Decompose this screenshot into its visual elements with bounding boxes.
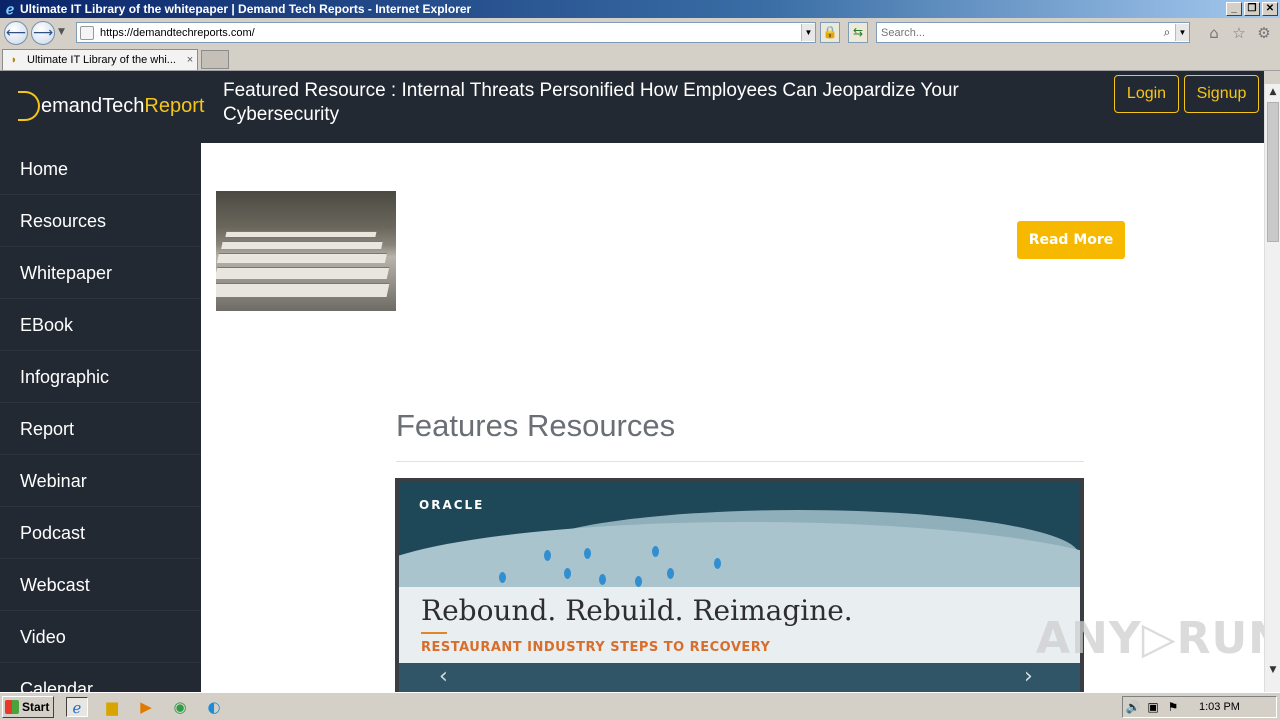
page-icon — [80, 25, 94, 40]
sidebar-nav: Home Resources Whitepaper EBook Infograp… — [0, 143, 201, 692]
carousel-brand: ORACLE — [419, 498, 485, 512]
scroll-thumb[interactable] — [1267, 102, 1279, 242]
sidebar-item-infographic[interactable]: Infographic — [0, 351, 201, 403]
close-window-button[interactable]: ✕ — [1262, 2, 1278, 16]
tab-active[interactable]: ◗ Ultimate IT Library of the whi... × — [2, 49, 198, 70]
main-content: Read More Features Resources ORACLE Rebo… — [201, 143, 1264, 692]
sidebar-item-webcast[interactable]: Webcast — [0, 559, 201, 611]
address-dropdown-icon[interactable]: ▼ — [801, 24, 815, 41]
media-player-icon[interactable]: ▶ — [135, 697, 157, 717]
volume-icon[interactable]: 🔊 — [1123, 700, 1143, 714]
taskbar: Start ℯ ▆ ▶ ◉ ◐ 🔊 ▣ ⚑ 1:03 PM — [0, 692, 1280, 720]
folder-icon[interactable]: ▆ — [101, 697, 123, 717]
gear-icon[interactable]: ⚙ — [1255, 24, 1273, 42]
page-viewport: emandTech Report Featured Resource : Inte… — [0, 71, 1264, 692]
featured-resource-link[interactable]: Featured Resource : Internal Threats Per… — [223, 79, 1013, 127]
internet-explorer-icon: ℯ — [5, 1, 15, 17]
search-input[interactable] — [877, 26, 1159, 39]
window-title-bar: ℯ Ultimate IT Library of the whitepaper … — [0, 0, 1280, 18]
sidebar-item-whitepaper[interactable]: Whitepaper — [0, 247, 201, 299]
start-label: Start — [22, 700, 50, 714]
home-icon[interactable]: ⌂ — [1205, 24, 1223, 42]
search-icon[interactable]: ⌕ — [1159, 25, 1175, 40]
site-header: emandTech Report Featured Resource : Inte… — [0, 71, 1264, 143]
tab-label[interactable]: Ultimate IT Library of the whi... — [27, 54, 183, 66]
search-box[interactable]: ⌕ ▼ — [876, 22, 1190, 43]
anyrun-watermark: ANY▷RUN — [1036, 613, 1264, 664]
edge-icon[interactable]: ◐ — [203, 697, 225, 717]
back-arrow-icon[interactable]: ⟵ — [4, 21, 28, 45]
signup-button[interactable]: Signup — [1184, 75, 1259, 113]
sidebar-item-webinar[interactable]: Webinar — [0, 455, 201, 507]
carousel-headline: Rebound. Rebuild. Reimagine. — [421, 594, 853, 627]
history-dropdown-icon[interactable]: ▼ — [58, 27, 65, 37]
restore-button[interactable]: ❐ — [1244, 2, 1260, 16]
sidebar-item-ebook[interactable]: EBook — [0, 299, 201, 351]
featured-carousel[interactable]: ORACLE Rebound. Rebuild. Reimagine. REST… — [395, 478, 1084, 692]
logo-text: emandTech — [41, 94, 145, 117]
address-bar[interactable]: https://demandtechreports.com/ ▼ — [76, 22, 816, 43]
forward-arrow-icon[interactable]: ⟶ — [31, 21, 55, 45]
chrome-icon[interactable]: ◉ — [169, 697, 191, 717]
read-more-button[interactable]: Read More — [1017, 221, 1125, 259]
minimize-button[interactable]: _ — [1226, 2, 1242, 16]
newspapers-thumbnail-image[interactable] — [216, 191, 396, 311]
flag-icon[interactable]: ⚑ — [1163, 700, 1183, 714]
scroll-down-icon[interactable]: ▼ — [1265, 662, 1280, 678]
login-button[interactable]: Login — [1114, 75, 1179, 113]
address-text[interactable]: https://demandtechreports.com/ — [100, 27, 801, 39]
section-title: Features Resources — [396, 408, 676, 443]
browser-nav-bar: ⟵ ⟶ ▼ https://demandtechreports.com/ ▼ 🔒… — [0, 18, 1280, 48]
sidebar-item-resources[interactable]: Resources — [0, 195, 201, 247]
windows-logo-icon — [5, 700, 19, 714]
tab-strip: ◗ Ultimate IT Library of the whi... × — [0, 48, 1280, 71]
refresh-icon[interactable]: ⇆ — [848, 22, 868, 43]
carousel-next-icon[interactable]: › — [1024, 664, 1033, 689]
site-logo[interactable]: emandTech Report — [18, 91, 204, 121]
new-tab-button[interactable] — [201, 50, 229, 69]
sidebar-item-report[interactable]: Report — [0, 403, 201, 455]
logo-report-text: Report — [144, 94, 205, 117]
sidebar-item-calendar[interactable]: Calendar — [0, 663, 201, 692]
internet-explorer-taskbar-icon[interactable]: ℯ — [66, 697, 88, 717]
lock-icon[interactable]: 🔒 — [820, 22, 840, 43]
network-icon[interactable]: ▣ — [1143, 700, 1163, 714]
carousel-prev-icon[interactable]: ‹ — [439, 664, 448, 689]
vertical-scrollbar[interactable]: ▲ ▼ — [1264, 84, 1280, 692]
sidebar-item-podcast[interactable]: Podcast — [0, 507, 201, 559]
scroll-up-icon[interactable]: ▲ — [1265, 84, 1280, 100]
section-divider — [396, 461, 1084, 462]
window-title: Ultimate IT Library of the whitepaper | … — [20, 2, 472, 16]
tab-close-icon[interactable]: × — [183, 54, 197, 66]
sidebar-item-video[interactable]: Video — [0, 611, 201, 663]
system-tray: 🔊 ▣ ⚑ 1:03 PM — [1122, 696, 1277, 718]
start-button[interactable]: Start — [2, 696, 54, 718]
clock[interactable]: 1:03 PM — [1199, 701, 1240, 713]
site-favicon-icon: ◗ — [10, 54, 18, 66]
favorites-star-icon[interactable]: ☆ — [1230, 24, 1248, 42]
carousel-subheadline: RESTAURANT INDUSTRY STEPS TO RECOVERY — [421, 640, 771, 655]
sidebar-item-home[interactable]: Home — [0, 143, 201, 195]
search-dropdown-icon[interactable]: ▼ — [1175, 24, 1189, 41]
logo-d-icon — [18, 91, 40, 121]
